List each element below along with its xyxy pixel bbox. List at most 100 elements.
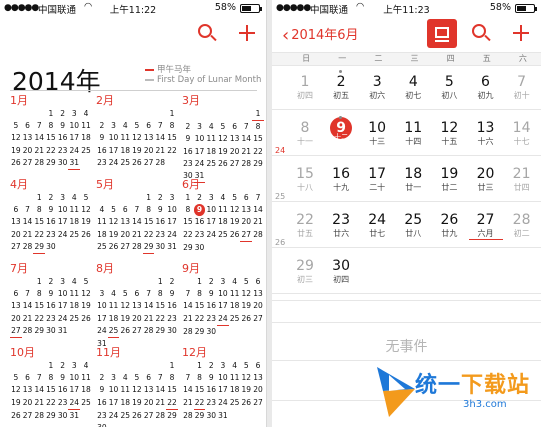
mini-day: 30 xyxy=(206,326,216,336)
day-cell[interactable]: 1 初四 xyxy=(288,74,322,101)
day-cell[interactable]: 18 廿一 xyxy=(396,166,430,193)
day-cell[interactable]: 6 初九 xyxy=(469,74,503,101)
mini-day: 22 xyxy=(46,397,56,407)
search-icon[interactable] xyxy=(470,22,492,44)
mini-day: 1 xyxy=(36,277,42,286)
day-cell[interactable]: 11 十四 xyxy=(396,120,430,147)
day-cell[interactable]: 14 十七 xyxy=(505,120,539,147)
day-cell[interactable]: 20 廿三 xyxy=(469,166,503,193)
mini-month[interactable]: 11月 1 2 3 4 5 6 7 8 9 10 11 12 13 14 15 16 17 18 19 20 21 22 23… xyxy=(96,346,178,427)
mini-day: 4 xyxy=(122,373,128,383)
day-cell[interactable]: 21 廿四 xyxy=(505,166,539,193)
mini-day: 28 xyxy=(155,410,166,420)
mini-day: 22 xyxy=(167,145,177,155)
add-event-button[interactable] xyxy=(236,22,258,44)
day-cell[interactable]: 30 初四 xyxy=(324,258,358,285)
day-number: 16 xyxy=(332,166,350,182)
day-cell[interactable]: 17 二十 xyxy=(360,166,394,193)
mini-day: 7 xyxy=(243,122,249,132)
mini-day: 29 xyxy=(33,241,46,255)
day-cell[interactable]: 28 初二 xyxy=(505,212,539,239)
mini-day: 29 xyxy=(46,157,56,167)
day-cell[interactable]: 15 十八 xyxy=(288,166,322,193)
mini-month[interactable]: 1月 1 2 3 4 5 6 7 8 9 10 11 12 13 14 15 16 17 18 19 20 21 22 23 2… xyxy=(10,94,92,171)
mini-day: 26 xyxy=(241,313,252,323)
mini-day: 10 xyxy=(108,385,119,395)
day-cell[interactable]: 5 初八 xyxy=(432,74,466,101)
day-cell[interactable]: 2 初五 xyxy=(324,70,358,101)
mini-day: 12 xyxy=(81,289,91,299)
mini-month-name: 11月 xyxy=(96,346,121,359)
day-cell[interactable]: 23 廿六 xyxy=(324,212,358,239)
mini-day: 8 xyxy=(255,122,261,132)
add-event-button[interactable] xyxy=(510,22,532,44)
mini-month[interactable]: 9月 1 2 3 4 5 6 7 8 9 10 11 12 13 14 15 16 17 18 19 20 21 22 23 2… xyxy=(182,262,264,338)
lunar-date: 初四 xyxy=(333,275,350,284)
day-cell[interactable]: 16 十九 xyxy=(324,166,358,193)
lunar-date: 六月 xyxy=(468,229,503,240)
lunar-date: 廿四 xyxy=(513,183,530,192)
mini-month[interactable]: 7月 1 2 3 4 5 6 7 8 9 10 11 12 13 14 15 16 17 18 19 20 21 22 23 2… xyxy=(10,262,92,339)
mini-day: 17 xyxy=(69,385,80,395)
mini-day: 16 xyxy=(167,301,177,311)
mini-month[interactable]: 3月 1 2 3 4 5 6 7 8 9 10 11 12 13 14 15 16 17 18 19 20 21 22 23 2… xyxy=(182,94,264,184)
status-bar: ●●●●● 中国联通 ◠ 上午11:22 58% xyxy=(0,0,266,16)
day-number: 28 xyxy=(512,212,531,228)
mini-day: 28 xyxy=(22,241,33,251)
mini-day: 28 xyxy=(143,325,154,335)
day-cell[interactable]: 22 廿五 xyxy=(288,212,322,239)
day-number: 10 xyxy=(368,120,387,136)
search-icon[interactable] xyxy=(196,22,218,44)
day-cell[interactable]: 19 廿二 xyxy=(432,166,466,193)
mini-day: 6 xyxy=(146,121,151,131)
day-cell[interactable]: 4 初七 xyxy=(396,74,430,101)
day-cell[interactable]: 13 十六 xyxy=(469,120,503,147)
day-cell[interactable]: 7 初十 xyxy=(505,74,539,101)
mini-day: 19 xyxy=(241,301,252,311)
mini-day: 14 xyxy=(183,301,193,311)
day-cell[interactable]: 10 十三 xyxy=(360,120,394,147)
mini-day: 31 xyxy=(167,241,177,251)
mini-day: 21 xyxy=(183,313,193,323)
back-to-year-button[interactable]: ‹ 2014年6月 xyxy=(282,24,359,45)
week-row: 29 初三 30 初四 xyxy=(272,254,541,294)
mini-month[interactable]: 8月 1 2 3 4 5 6 7 8 9 10 11 12 13 14 15 16 17 18 19 20 21 22 23 2… xyxy=(96,262,178,350)
day-cell[interactable]: 3 初六 xyxy=(360,74,394,101)
day-cell[interactable]: 8 十一 xyxy=(288,120,322,147)
mini-month[interactable]: 2月 1 2 3 4 5 6 7 8 9 10 11 12 13 14 15 16 17 18 19 20 21 22 23 2… xyxy=(96,94,178,169)
mini-day: 21 xyxy=(155,145,166,155)
mini-month[interactable]: 10月 1 2 3 4 5 6 7 8 9 10 11 12 13 14 15 16 17 18 19 20 21 22 23… xyxy=(10,346,92,422)
mini-day: 4 xyxy=(99,205,105,215)
mini-day: 12 xyxy=(108,217,119,227)
today-cell[interactable]: 9 十二 xyxy=(324,116,358,141)
mini-day: 6 xyxy=(13,289,19,299)
mini-month[interactable]: 5月 1 2 3 4 5 6 7 8 9 10 11 12 13 14 15 16 17 18 19 20 21 22 23 2… xyxy=(96,178,178,255)
day-cell[interactable]: 29 初三 xyxy=(288,258,322,285)
day-cell[interactable]: 12 十五 xyxy=(432,120,466,147)
mini-day: 25 xyxy=(120,157,130,167)
mini-day: 27 xyxy=(22,410,33,420)
day-cell[interactable]: 25 廿八 xyxy=(396,212,430,239)
mini-day: 27 xyxy=(253,397,263,407)
list-view-toggle-button[interactable] xyxy=(427,19,457,48)
mini-day: 19 xyxy=(218,146,228,156)
download-site-logo-icon xyxy=(377,367,415,417)
mini-day: 1 xyxy=(48,109,54,118)
day-cell[interactable]: 27 六月 xyxy=(468,212,503,240)
day-cell[interactable]: 24 廿七 xyxy=(360,212,394,239)
mini-day: 5 xyxy=(243,277,249,286)
day-cell[interactable]: 26 廿九 xyxy=(432,212,466,239)
day-number: 5 xyxy=(444,74,454,90)
mini-month[interactable]: 6月 1 2 3 4 5 6 7 8 9 10 11 12 13 14 15 16 17 18 19 20 21 22 23 2… xyxy=(182,178,264,254)
mini-day: 6 xyxy=(243,193,249,202)
mini-day: 24 xyxy=(206,229,216,239)
mini-day: 8 xyxy=(36,205,42,215)
mini-month[interactable]: 12月 1 2 3 4 5 6 7 8 9 10 11 12 13 14 15 16 17 18 19 20 21 22 23… xyxy=(182,346,264,422)
mini-day: 17 xyxy=(167,217,177,227)
mini-day: 24 xyxy=(57,229,68,239)
mini-day: 21 xyxy=(143,313,154,323)
mini-day: 3 xyxy=(208,193,214,202)
mini-day: 19 xyxy=(108,229,119,239)
mini-month[interactable]: 4月 1 2 3 4 5 6 7 8 9 10 11 12 13 14 15 16 17 18 19 20 21 22 23 2… xyxy=(10,178,92,255)
mini-day: 23 xyxy=(167,313,177,323)
